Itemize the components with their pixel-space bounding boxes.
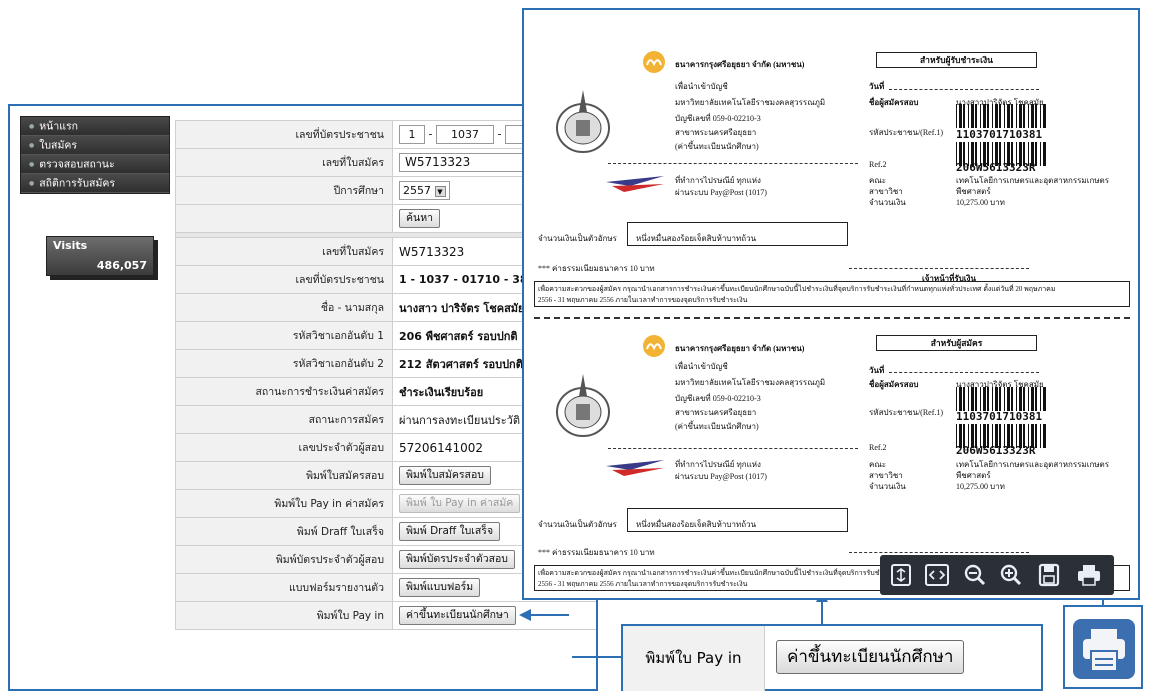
bank-logo-icon (643, 51, 665, 73)
university-seal-icon (556, 90, 610, 153)
thai-post-logo-icon (606, 460, 664, 476)
payin-copy-applicant: ธนาคารกรุงศรีอยุธยา จำกัด (มหาชน) สำหรับ… (524, 290, 1138, 598)
zoom-out-icon[interactable] (960, 561, 990, 589)
amount-value: 10,275.00 บาท (956, 198, 1005, 207)
amount-text: หนึ่งหมื่นสองร้อยเจ็ดสิบห้าบาทถ้วน (636, 234, 757, 243)
ref1-barcode (956, 104, 1046, 128)
pay-system: ผ่านระบบ Pay@Post (1017) (675, 472, 767, 481)
amount-text-label: จำนวนเงินเป็นตัวอักษร (538, 234, 617, 243)
applicant-label: ชื่อผู้สมัครสอบ (869, 380, 919, 389)
deposit-to: เพื่อนำเข้าบัญชี (675, 362, 728, 371)
ref1-value: 1103701710381 (956, 410, 1043, 423)
payin-document-viewer: ธนาคารกรุงศรีอยุธยา จำกัด (มหาชน) สำหรับ… (522, 8, 1140, 600)
ref2-value: 206W5613323R (956, 161, 1036, 174)
copy-type-box: สำหรับผู้รับชำระเงิน (876, 52, 1037, 68)
bank-fee-note: *** ค่าธรรมเนียมธนาคาร 10 บาท (538, 548, 655, 557)
print-button-callout (1063, 605, 1143, 689)
copy-type-box: สำหรับผู้สมัคร (876, 335, 1037, 351)
print-icon[interactable] (1065, 607, 1141, 687)
ref1-barcode (956, 387, 1046, 411)
viewer-toolbar (880, 555, 1114, 595)
ref1-label: รหัสประชาชน/(Ref.1) (869, 128, 944, 137)
university-name: มหาวิทยาลัยเทคโนโลยีราชมงคลสุวรรณภูมิ (675, 98, 826, 107)
callout-registration-payin-button[interactable]: ค่าขึ้นทะเบียนนักศึกษา (776, 640, 965, 674)
amount-label: จำนวนเงิน (869, 198, 906, 207)
ref2-value: 206W5613323R (956, 444, 1036, 457)
pay-system: ผ่านระบบ Pay@Post (1017) (675, 188, 767, 197)
date-label: วันที่ (869, 82, 885, 91)
deposit-to: เพื่อนำเข้าบัญชี (675, 82, 728, 91)
fee-type: (ค่าขึ้นทะเบียนนักศึกษา) (675, 142, 759, 151)
amount-value: 10,275.00 บาท (956, 482, 1005, 491)
university-name: มหาวิทยาลัยเทคโนโลยีราชมงคลสุวรรณภูมิ (675, 378, 826, 387)
notice-line2: 2556 - 31 พฤษภาคม 2556 ภายในเวลาทำการของ… (538, 580, 748, 588)
fit-width-icon[interactable] (922, 561, 952, 589)
amount-label: จำนวนเงิน (869, 482, 906, 491)
ref1-label: รหัสประชาชน/(Ref.1) (869, 408, 944, 417)
branch: สาขาพระนครศรีอยุธยา (675, 408, 757, 417)
bank-fee-note: *** ค่าธรรมเนียมธนาคาร 10 บาท (538, 264, 655, 273)
branch: สาขาพระนครศรีอยุธยา (675, 128, 757, 137)
date-label: วันที่ (869, 366, 885, 375)
ref2-label: Ref.2 (869, 160, 887, 169)
amount-text-label: จำนวนเงินเป็นตัวอักษร (538, 520, 617, 529)
thai-post-logo-icon (606, 176, 664, 192)
fit-page-icon[interactable] (886, 561, 916, 589)
bank-logo-icon (643, 335, 665, 357)
account-no: บัญชีเลขที่ 059-0-02210-3 (675, 394, 761, 403)
payin-button-callout: พิมพ์ใบ Pay in ค่าขึ้นทะเบียนนักศึกษา (621, 624, 1043, 691)
payin-copy-bank: ธนาคารกรุงศรีอยุธยา จำกัด (มหาชน) สำหรับ… (524, 10, 1138, 307)
save-icon[interactable] (1034, 561, 1064, 589)
screenshot-composite: หน้าแรก ใบสมัคร ตรวจสอบสถานะ สถิติการรับ… (0, 0, 1149, 691)
account-no: บัญชีเลขที่ 059-0-02210-3 (675, 114, 761, 123)
callout-label: พิมพ์ใบ Pay in (623, 626, 765, 691)
amount-text: หนึ่งหมื่นสองร้อยเจ็ดสิบห้าบาทถ้วน (636, 520, 757, 529)
print-icon[interactable] (1074, 561, 1104, 589)
bank-name: ธนาคารกรุงศรีอยุธยา จำกัด (มหาชน) (675, 344, 805, 353)
zoom-in-icon[interactable] (996, 561, 1026, 589)
university-seal-icon (556, 374, 610, 437)
ref2-label: Ref.2 (869, 443, 887, 452)
applicant-label: ชื่อผู้สมัครสอบ (869, 98, 919, 107)
fee-type: (ค่าขึ้นทะเบียนนักศึกษา) (675, 422, 759, 431)
bank-name: ธนาคารกรุงศรีอยุธยา จำกัด (มหาชน) (675, 60, 805, 69)
ref1-value: 1103701710381 (956, 128, 1043, 141)
